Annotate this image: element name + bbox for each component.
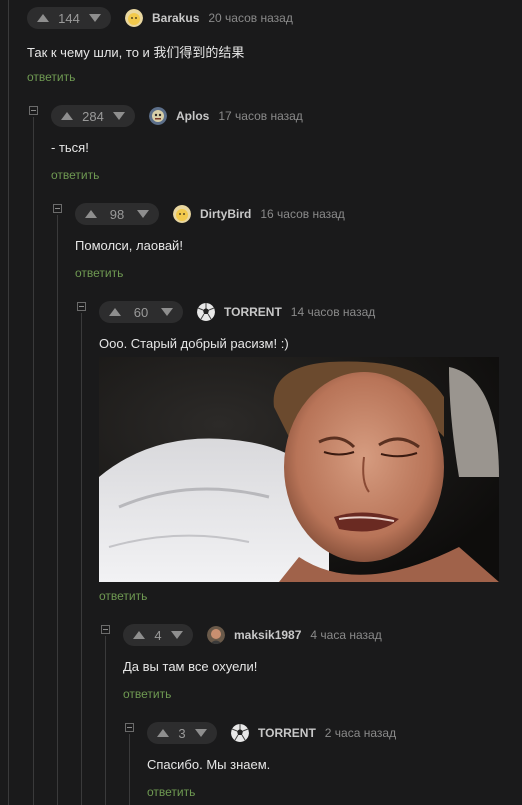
thread-line[interactable]: [8, 0, 9, 805]
comment-text: Так к чему шли, то и 我们得到的结果: [27, 45, 245, 60]
timestamp[interactable]: 17 часов назад: [218, 109, 302, 123]
timestamp[interactable]: 14 часов назад: [291, 305, 375, 319]
timestamp[interactable]: 20 часов назад: [208, 11, 292, 25]
avatar[interactable]: [125, 9, 143, 27]
downvote-icon[interactable]: [88, 14, 101, 22]
upvote-icon[interactable]: [157, 729, 169, 737]
rating-control: 3: [147, 722, 217, 744]
score: 4: [154, 627, 162, 643]
avatar[interactable]: [231, 724, 249, 742]
reply-link[interactable]: ответить: [99, 589, 147, 603]
thread-line[interactable]: [105, 636, 106, 805]
downvote-icon[interactable]: [137, 210, 149, 218]
reply-link[interactable]: ответить: [123, 687, 171, 701]
downvote-icon[interactable]: [170, 631, 183, 639]
timestamp[interactable]: 16 часов назад: [260, 207, 344, 221]
thread-line[interactable]: [33, 117, 34, 805]
collapse-icon[interactable]: [29, 106, 38, 115]
comment-text: - ться!: [51, 140, 89, 155]
thread-line[interactable]: [81, 313, 82, 805]
rating-control: 144: [27, 7, 111, 29]
thread-line[interactable]: [129, 734, 130, 805]
score: 98: [109, 206, 125, 222]
upvote-icon[interactable]: [85, 210, 97, 218]
upvote-icon[interactable]: [37, 14, 49, 22]
username[interactable]: TORRENT: [224, 305, 282, 319]
score: 60: [133, 304, 149, 320]
rating-control: 98: [75, 203, 159, 225]
collapse-icon[interactable]: [77, 302, 86, 311]
rating-control: 60: [99, 301, 183, 323]
score: 144: [58, 10, 80, 26]
timestamp[interactable]: 2 часа назад: [325, 726, 396, 740]
comment-text: Ооо. Старый добрый расизм! :): [99, 336, 289, 351]
avatar[interactable]: [207, 626, 225, 644]
comment-text: Помолси, лаовай!: [75, 238, 183, 253]
comment-image[interactable]: [99, 357, 499, 582]
upvote-icon[interactable]: [109, 308, 121, 316]
score: 284: [82, 108, 104, 124]
crying-man-photo: [99, 357, 499, 582]
avatar[interactable]: [149, 107, 167, 125]
comment-header: 144 Barakus 20 часов назад: [27, 7, 293, 29]
collapse-icon[interactable]: [53, 204, 62, 213]
reply-link[interactable]: ответить: [75, 266, 123, 280]
thread-line[interactable]: [57, 215, 58, 805]
rating-control: 284: [51, 105, 135, 127]
avatar[interactable]: [173, 205, 191, 223]
downvote-icon[interactable]: [112, 112, 125, 120]
reply-link[interactable]: ответить: [51, 168, 99, 182]
collapse-icon[interactable]: [125, 723, 134, 732]
downvote-icon[interactable]: [161, 308, 173, 316]
username[interactable]: TORRENT: [258, 726, 316, 740]
timestamp[interactable]: 4 часа назад: [310, 628, 381, 642]
collapse-icon[interactable]: [101, 625, 110, 634]
comment-thread: 144 Barakus 20 часов назад Так к чему шл…: [0, 0, 522, 805]
comment-header: 98 DirtyBird 16 часов назад: [75, 203, 345, 225]
downvote-icon[interactable]: [194, 729, 207, 737]
comment-header: 60 TORRENT 14 часов назад: [99, 301, 375, 323]
comment-text: Да вы там все охуели!: [123, 659, 258, 674]
username[interactable]: Aplos: [176, 109, 209, 123]
reply-link[interactable]: ответить: [147, 785, 195, 799]
username[interactable]: maksik1987: [234, 628, 301, 642]
comment-header: 284 Aplos 17 часов назад: [51, 105, 303, 127]
avatar[interactable]: [197, 303, 215, 321]
username[interactable]: Barakus: [152, 11, 199, 25]
comment-header: 3 TORRENT 2 часа назад: [147, 722, 396, 744]
rating-control: 4: [123, 624, 193, 646]
comment-header: 4 maksik1987 4 часа назад: [123, 624, 382, 646]
score: 3: [178, 725, 186, 741]
reply-link[interactable]: ответить: [27, 70, 75, 84]
upvote-icon[interactable]: [61, 112, 73, 120]
comment-text: Спасибо. Мы знаем.: [147, 757, 271, 772]
username[interactable]: DirtyBird: [200, 207, 251, 221]
upvote-icon[interactable]: [133, 631, 145, 639]
